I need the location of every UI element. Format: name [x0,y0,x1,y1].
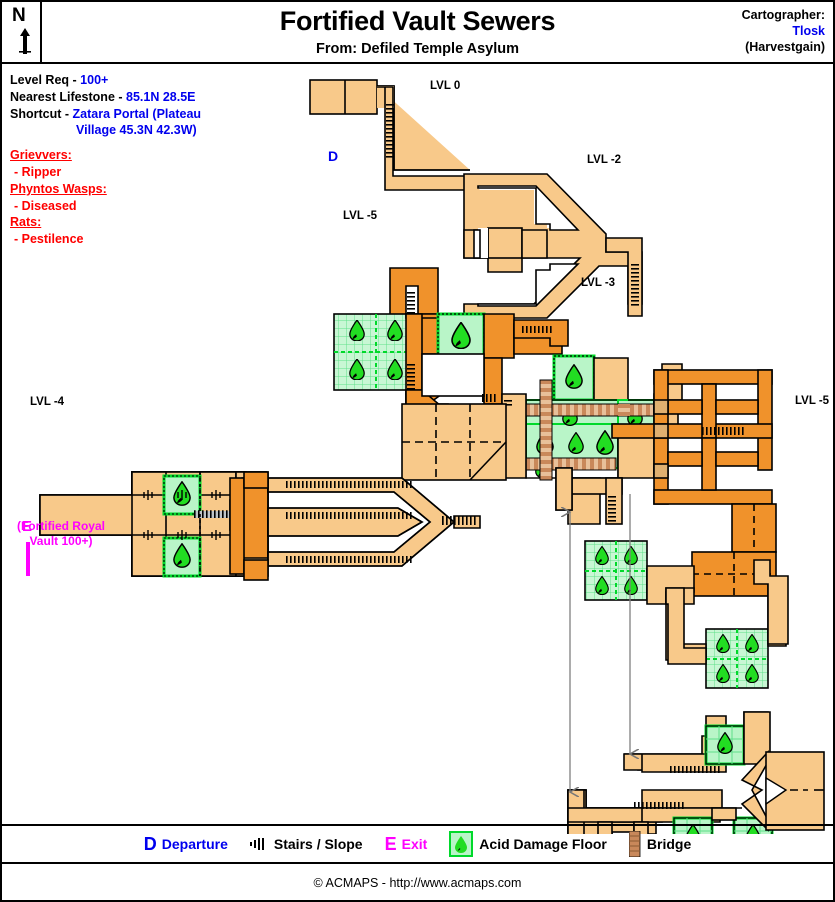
area-lvl5-upper [389,267,439,319]
legend-item-stairs: Stairs / Slope [249,836,363,852]
legend-label: Departure [161,836,228,852]
acid-floor-icon [449,831,474,857]
legend-item-acid: Acid Damage Floor [449,831,607,857]
area-lvl2 [463,173,643,319]
legend-label: Stairs / Slope [273,836,363,852]
cartographer-name: Tlosk [792,24,825,38]
exit-note-line2: Vault 100+) [29,534,93,548]
connector-arrows [570,494,630,792]
legend-item-departure: D Departure [144,834,228,855]
page-footer: © ACMAPS - http://www.acmaps.com [2,866,833,900]
bridge-icon [628,831,641,857]
legend-label: Bridge [646,836,692,852]
dungeon-map: D E LVL 0 LVL -2 LVL -5 LVL -3 LVL -4 LV… [2,64,833,834]
level-label: LVL -5 [795,395,830,407]
level-label: LVL 0 [430,80,460,92]
exit-icon: E [384,833,397,854]
corridor-descend [555,467,623,525]
page-subtitle: From: Defiled Temple Asylum [315,41,520,57]
map-page: N Fortified Vault Sewers From: Defiled T… [0,0,835,902]
cartographer-label: Cartographer: [741,8,825,22]
legend-item-bridge: Bridge [628,831,692,857]
acid-room-cluster-lower-right [705,628,769,689]
stairs-icon [249,837,268,851]
legend-item-exit: E Exit [385,834,428,855]
exit-note-line1: (Fortified Royal [16,519,105,533]
level-label: LVL -4 [30,396,65,408]
map-legend: D Departure Stairs / Slope E Exit Acid D… [2,824,833,864]
acid-room-cluster-lower-left [584,540,648,601]
cartographer-block: Cartographer: Tlosk (Harvestgain) [742,7,825,55]
legend-label: Exit [401,836,428,852]
departure-icon: D [143,833,157,854]
page-header: N Fortified Vault Sewers From: Defiled T… [2,2,833,64]
cartographer-server: (Harvestgain) [745,40,825,54]
level-label: LVL -3 [581,277,615,289]
page-title: Fortified Vault Sewers [279,6,556,36]
level-label: LVL -2 [587,154,621,166]
area-bottom [567,711,825,834]
area-hall-center [401,403,507,481]
copyright-text: © ACMAPS - http://www.acmaps.com [313,876,522,890]
exit-note: (Fortified Royal Vault 100+) [6,519,116,549]
departure-marker: D [328,148,338,164]
acid-room-center-upper [436,312,486,360]
legend-label: Acid Damage Floor [479,836,607,852]
corridor-central-triangle [229,471,481,581]
level-label: LVL -5 [343,210,378,222]
